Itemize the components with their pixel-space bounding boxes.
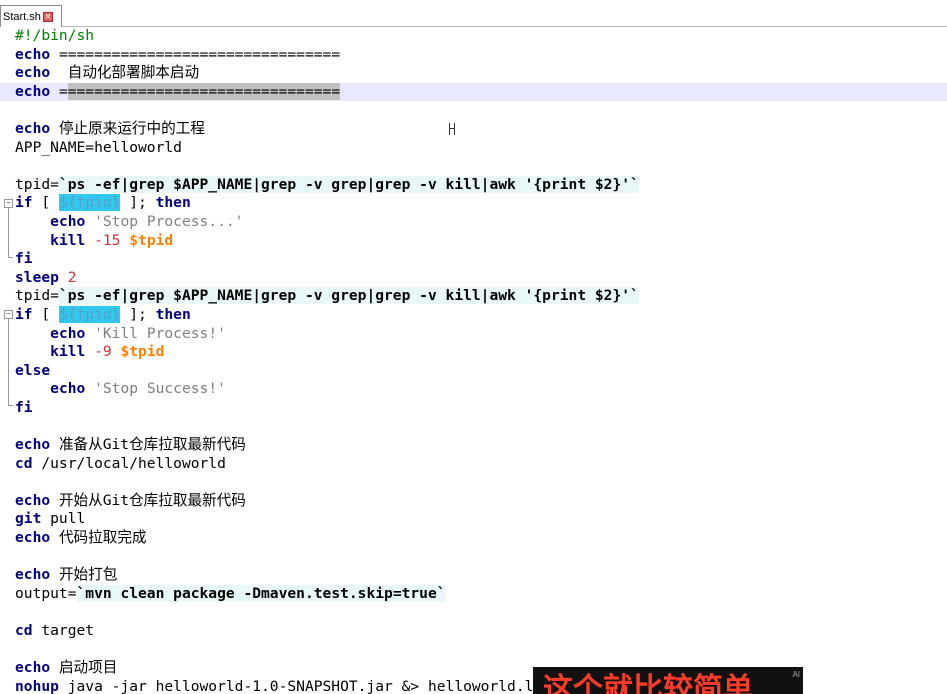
- code-line-current: echo ================================: [0, 82, 947, 102]
- code-line: if [ ${tpid} ]; then: [15, 194, 191, 212]
- code-lines: #!/bin/sh echo =========================…: [0, 27, 947, 694]
- video-subtitle: 这个就比较简单 AI: [533, 667, 803, 694]
- tab-start-sh[interactable]: Start.sh ×: [0, 5, 62, 27]
- fold-toggle-icon[interactable]: −: [4, 310, 13, 319]
- code-line: APP_NAME=helloworld: [15, 138, 182, 156]
- text-selection: ===============================: [67, 82, 341, 100]
- code-line: if [ ${tpid} ]; then: [15, 305, 191, 323]
- subtitle-text: 这个就比较简单: [543, 672, 753, 694]
- code-line: fi: [15, 250, 33, 268]
- code-line: output=`mvn clean package -Dmaven.test.s…: [15, 584, 446, 602]
- code-line: kill -15 $tpid: [50, 231, 174, 249]
- fold-toggle-icon[interactable]: −: [4, 199, 13, 208]
- code-line: cd /usr/local/helloworld: [15, 454, 226, 472]
- code-line: echo 准备从Git仓库拉取最新代码: [15, 436, 246, 454]
- code-line: echo ================================: [15, 45, 341, 63]
- text-cursor-icon: [449, 123, 455, 135]
- code-line: echo 启动项目: [15, 659, 118, 677]
- ai-badge: AI: [792, 670, 800, 679]
- code-line: kill -9 $tpid: [50, 343, 165, 361]
- code-line: echo 'Stop Process...': [50, 212, 244, 230]
- code-line: else: [15, 361, 51, 379]
- code-editor[interactable]: − − #!/bin/sh echo =====================…: [0, 27, 947, 694]
- code-line: nohup java -jar helloworld-1.0-SNAPSHOT.…: [15, 677, 569, 694]
- code-line: echo 开始从Git仓库拉取最新代码: [15, 491, 246, 509]
- code-line: echo 'Kill Process!': [50, 324, 226, 342]
- code-line: fi: [15, 398, 33, 416]
- code-line: echo 代码拉取完成: [15, 529, 147, 547]
- code-line: echo 自动化部署脚本启动: [15, 64, 200, 82]
- code-line: echo 'Stop Success!': [50, 380, 226, 398]
- tab-label: Start.sh: [3, 10, 41, 23]
- tab-bar: Start.sh ×: [0, 0, 947, 27]
- code-line: echo 停止原来运行中的工程: [15, 119, 205, 137]
- code-line: #!/bin/sh: [15, 27, 95, 44]
- close-icon[interactable]: ×: [42, 11, 53, 22]
- code-line: cd target: [15, 622, 95, 639]
- code-line: tpid=`ps -ef|grep $APP_NAME|grep -v grep…: [15, 287, 639, 305]
- fold-margin: − −: [0, 27, 13, 694]
- code-line: tpid=`ps -ef|grep $APP_NAME|grep -v grep…: [15, 175, 639, 193]
- code-line: git pull: [15, 510, 86, 528]
- code-line: sleep 2: [15, 268, 77, 286]
- code-line: echo 开始打包: [15, 566, 118, 584]
